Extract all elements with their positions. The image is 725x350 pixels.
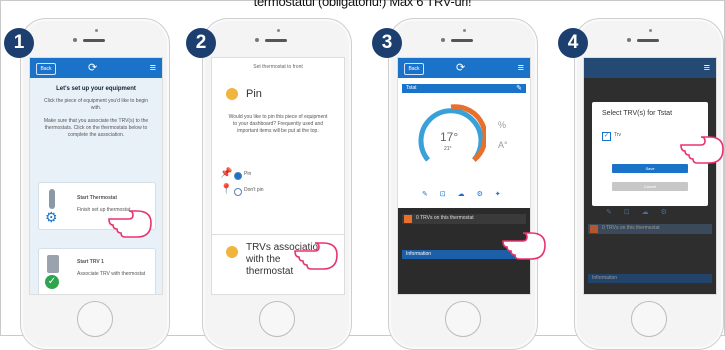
phone-screen: Back ⟳ ≡ Let's set up your equipment Cli… <box>29 57 163 295</box>
mode-icons-row: ✎ ⊡ ☁ ⚙ ✦ <box>422 191 506 198</box>
unit-label: A° <box>498 140 508 150</box>
pushpin-icon: 📌 <box>220 168 233 179</box>
panel-step-4: 4 ≡ 0 TRVs on this thermostat ✎ ⊡ ☁ ⚙ In… <box>558 14 725 350</box>
card-title: Start TRV 1 <box>77 259 104 265</box>
trv-bar-label: 0 TRVs on this thermostat <box>602 225 660 231</box>
panel-step-1: 1 Back ⟳ ≡ Let's set up your equipment C… <box>4 14 182 350</box>
pin-radio[interactable] <box>234 172 242 180</box>
card-subtitle: Associate TRV with thermostat <box>77 271 146 277</box>
phone-speaker <box>265 39 287 42</box>
phone: Set thermostat to front Pin Would you li… <box>202 18 352 350</box>
phone-sensor <box>463 29 466 32</box>
page-header-text: Set thermostat to front <box>253 64 303 70</box>
phone-sensor <box>95 29 98 32</box>
phone-screen: ≡ 0 TRVs on this thermostat ✎ ⊡ ☁ ⚙ Info… <box>583 57 717 295</box>
trv-card[interactable]: ✓ Start TRV 1 Associate TRV with thermos… <box>38 248 156 294</box>
phone-camera <box>73 38 77 42</box>
phone-speaker <box>83 39 105 42</box>
home-button[interactable] <box>445 301 481 337</box>
device-title: Tstat <box>406 85 417 91</box>
hand-pointer-icon <box>501 227 547 261</box>
trv-icon <box>47 255 59 273</box>
humidity-icon: % <box>498 120 507 130</box>
phone: Back ⟳ ≡ Let's set up your equipment Cli… <box>20 18 170 350</box>
step-badge: 1 <box>4 28 34 58</box>
pin-option-label: Pin <box>244 171 252 177</box>
step-badge: 3 <box>372 28 402 58</box>
menu-icon[interactable]: ≡ <box>150 62 156 74</box>
menu-icon[interactable]: ≡ <box>518 62 524 74</box>
divider <box>212 234 344 235</box>
sync-icon[interactable]: ⟳ <box>456 62 465 74</box>
phone-camera <box>255 38 259 42</box>
hint-text: Make sure that you associate the TRV(s) … <box>43 118 149 138</box>
pin-dot-icon <box>226 88 238 100</box>
background-icons-row: ✎ ⊡ ☁ ⚙ <box>606 209 672 216</box>
phone: Back ⟳ ≡ Tstat ✎ 17° 21° % A° ✎ ⊡ ☁ ⚙ ✦ <box>388 18 546 350</box>
info-bar-label: Information <box>406 251 432 257</box>
hand-pointer-icon <box>107 205 153 239</box>
phone: ≡ 0 TRVs on this thermostat ✎ ⊡ ☁ ⚙ Info… <box>574 18 724 350</box>
pin-description: Would you like to pin this piece of equi… <box>228 114 328 134</box>
dont-pin-radio[interactable] <box>234 188 242 196</box>
card-title: Start Thermostat <box>77 195 118 201</box>
menu-icon[interactable]: ≡ <box>704 62 710 74</box>
home-button[interactable] <box>259 301 295 337</box>
check-icon: ✓ <box>45 275 59 289</box>
gear-icon: ⚙ <box>45 209 58 225</box>
trv-bar[interactable]: 0 TRVs on this thermostat <box>402 214 526 224</box>
phone-speaker <box>451 39 473 42</box>
phone-camera <box>441 38 445 42</box>
info-bar-label: Information <box>592 275 618 281</box>
panel-step-3: 3 Back ⟳ ≡ Tstat ✎ 17° 21° % A° ✎ ⊡ ☁ ⚙ … <box>372 14 550 350</box>
trv-bar-icon <box>404 215 412 223</box>
home-button[interactable] <box>631 301 667 337</box>
current-temperature: 17° <box>440 130 459 144</box>
cancel-button[interactable]: Cancel <box>612 182 688 191</box>
background-info-bar: Information <box>588 274 712 283</box>
setup-page: Let's set up your equipment Click the pi… <box>30 78 162 294</box>
setpoint-temperature: 21° <box>444 146 452 152</box>
device-title-bar: Tstat ✎ <box>402 84 526 93</box>
back-button[interactable]: Back <box>36 63 56 75</box>
phone-sensor <box>649 29 652 32</box>
phone-speaker <box>637 39 659 42</box>
save-button[interactable]: Save <box>612 164 688 173</box>
panel-step-2: 2 Set thermostat to front Pin Would you … <box>186 14 364 350</box>
edit-icon[interactable]: ✎ <box>516 84 522 92</box>
step-badge: 4 <box>558 28 588 58</box>
trv-checkbox[interactable]: ✓ <box>602 132 611 141</box>
background-trv-bar: 0 TRVs on this thermostat <box>588 224 712 234</box>
hand-pointer-icon <box>293 237 339 271</box>
caption-text: termostatul (obligatoriu!) Max 6 TRV-uri… <box>253 0 472 9</box>
hand-pointer-icon <box>679 131 725 165</box>
step-badge: 2 <box>186 28 216 58</box>
phone-sensor <box>277 29 280 32</box>
pin-heading: Pin <box>246 88 262 100</box>
unpin-icon: 📍 <box>220 184 233 195</box>
phone-camera <box>627 38 631 42</box>
trv-item-label: Trv <box>614 132 622 138</box>
home-button[interactable] <box>77 301 113 337</box>
trv-dot-icon <box>226 246 238 258</box>
dont-pin-option-label: Don't pin <box>244 187 264 193</box>
page-title: Let's set up your equipment <box>56 86 136 92</box>
app-header: Back ⟳ ≡ <box>30 58 162 78</box>
back-button[interactable]: Back <box>404 63 424 75</box>
dialog-title: Select TRV(s) for Tstat <box>602 110 673 117</box>
intro-text: Click the piece of equipment you'd like … <box>43 98 149 111</box>
thermometer-icon <box>49 189 55 209</box>
app-header: ≡ <box>584 58 716 78</box>
sync-icon[interactable]: ⟳ <box>88 62 97 74</box>
app-header: Back ⟳ ≡ <box>398 58 530 78</box>
trv-bar-icon <box>590 225 598 233</box>
trv-bar-label: 0 TRVs on this thermostat <box>416 215 474 221</box>
